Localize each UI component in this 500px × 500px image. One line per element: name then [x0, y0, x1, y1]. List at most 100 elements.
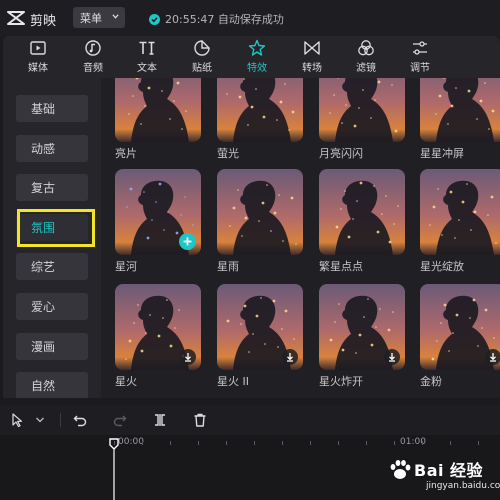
effect-thumbnail	[319, 78, 405, 142]
menu-dropdown[interactable]: 菜单	[73, 7, 125, 28]
category-tabs: 媒体 音频 文本 贴纸 特效 转场 滤镜 调节	[3, 36, 500, 78]
silhouette-image	[229, 180, 297, 255]
audio-icon	[85, 40, 101, 56]
ruler-tick	[198, 441, 199, 445]
effect-card[interactable]: 月亮闪闪	[319, 78, 405, 161]
effect-label: 星火炸开	[319, 375, 363, 388]
tab-adjust[interactable]: 调节	[397, 39, 443, 77]
ruler-tick	[170, 441, 171, 445]
paw-logo-icon	[390, 460, 411, 479]
effect-label: 星火	[115, 375, 137, 388]
effect-card[interactable]: 星火炸开	[319, 284, 405, 389]
download-icon	[389, 353, 395, 362]
effect-thumbnail	[319, 169, 405, 255]
silhouette-image	[128, 78, 189, 142]
download-button[interactable]	[180, 349, 196, 365]
top-bar: 剪映 菜单 20:55:47 自动保存成功	[0, 0, 500, 36]
delete-icon[interactable]	[192, 412, 208, 428]
download-button[interactable]	[282, 349, 298, 365]
effect-card[interactable]: 星火 II	[217, 284, 303, 389]
tab-effects[interactable]: 特效	[234, 39, 280, 77]
transition-icon	[304, 41, 320, 55]
menu-label: 菜单	[80, 11, 102, 25]
time-label-start: 00:00	[118, 437, 144, 447]
ruler-tick	[338, 441, 339, 445]
effect-label: 星雨	[217, 260, 239, 273]
effect-thumbnail	[319, 284, 405, 370]
saved-check-icon	[149, 13, 160, 25]
effect-label: 星星冲屏	[420, 147, 464, 160]
effect-card[interactable]: 亮片	[115, 78, 201, 161]
effects-grid: 亮片 萤光 月亮闪闪 星星冲屏星河 星雨 繁星点点 星光绽放星火 星火 II 星火炸开 金粉	[101, 78, 500, 398]
ruler-tick	[254, 441, 255, 445]
effect-label: 星火 II	[217, 375, 249, 388]
effect-thumbnail	[420, 78, 500, 142]
sidebar-item-nature[interactable]: 自然	[16, 372, 88, 398]
silhouette-image	[226, 78, 295, 142]
tab-filter[interactable]: 滤镜	[343, 39, 389, 77]
effect-label: 星光绽放	[420, 260, 464, 273]
download-button[interactable]	[485, 349, 500, 365]
silhouette-image	[429, 180, 497, 255]
ruler-tick	[394, 441, 395, 445]
ruler-tick	[142, 441, 143, 445]
download-icon	[490, 353, 496, 362]
effect-card[interactable]: 星星冲屏	[420, 78, 500, 161]
sidebar-item-variety[interactable]: 综艺	[16, 253, 88, 280]
baidu-jingyan-watermark: Bai 经验 jingyan.baidu.com	[384, 455, 500, 495]
effect-card[interactable]: 金粉	[420, 284, 500, 389]
filter-icon	[358, 40, 374, 56]
effect-card[interactable]: 星光绽放	[420, 169, 500, 274]
download-icon	[185, 353, 191, 362]
effect-thumbnail	[217, 169, 303, 255]
chevron-down-icon[interactable]	[34, 414, 46, 426]
ruler-tick	[366, 441, 367, 445]
tab-audio[interactable]: 音频	[70, 39, 116, 77]
split-icon[interactable]	[152, 412, 168, 428]
sidebar-item-love[interactable]: 爱心	[16, 293, 88, 320]
sidebar-item-retro[interactable]: 复古	[16, 174, 88, 201]
effect-card[interactable]: 萤光	[217, 78, 303, 161]
effect-thumbnail	[217, 284, 303, 370]
effect-label: 萤光	[217, 147, 239, 160]
ruler-tick	[226, 441, 227, 445]
tab-text[interactable]: 文本	[124, 39, 170, 77]
effect-label: 星河	[115, 260, 137, 273]
sticker-icon	[194, 40, 210, 56]
select-cursor-icon[interactable]	[10, 412, 26, 428]
save-status-text: 20:55:47 自动保存成功	[165, 13, 284, 26]
effect-thumbnail	[217, 78, 303, 142]
sidebar-item-comic[interactable]: 漫画	[16, 333, 88, 360]
ruler-tick	[450, 441, 451, 445]
effect-card[interactable]: 星火	[115, 284, 201, 389]
download-icon	[287, 353, 293, 362]
autosave-status: 20:55:47 自动保存成功	[149, 11, 284, 27]
sidebar-item-dynamic[interactable]: 动感	[16, 135, 88, 162]
ruler-tick	[478, 441, 479, 445]
effect-thumbnail	[115, 284, 201, 370]
effect-label: 金粉	[420, 375, 442, 388]
effect-thumbnail	[115, 78, 201, 142]
effect-card[interactable]: 星雨	[217, 169, 303, 274]
add-effect-button[interactable]	[179, 233, 196, 250]
tab-transition[interactable]: 转场	[289, 39, 335, 77]
effect-card[interactable]: 星河	[115, 169, 201, 274]
capcut-logo-icon	[7, 11, 25, 25]
silhouette-image	[435, 78, 495, 142]
plus-icon	[183, 237, 192, 246]
tab-sticker[interactable]: 贴纸	[179, 39, 225, 77]
effect-thumbnail	[115, 169, 201, 255]
download-button[interactable]	[384, 349, 400, 365]
playhead[interactable]	[109, 438, 119, 500]
tab-media[interactable]: 媒体	[15, 39, 61, 77]
effect-card[interactable]: 繁星点点	[319, 169, 405, 274]
silhouette-image	[335, 180, 399, 255]
highlight-annotation-box	[17, 209, 95, 247]
text-icon	[139, 41, 155, 55]
effect-label: 繁星点点	[319, 260, 363, 273]
redo-icon[interactable]	[112, 412, 128, 428]
ruler-tick	[422, 441, 423, 445]
sidebar-item-basic[interactable]: 基础	[16, 95, 88, 122]
undo-icon[interactable]	[72, 412, 88, 428]
silhouette-image	[329, 78, 398, 142]
